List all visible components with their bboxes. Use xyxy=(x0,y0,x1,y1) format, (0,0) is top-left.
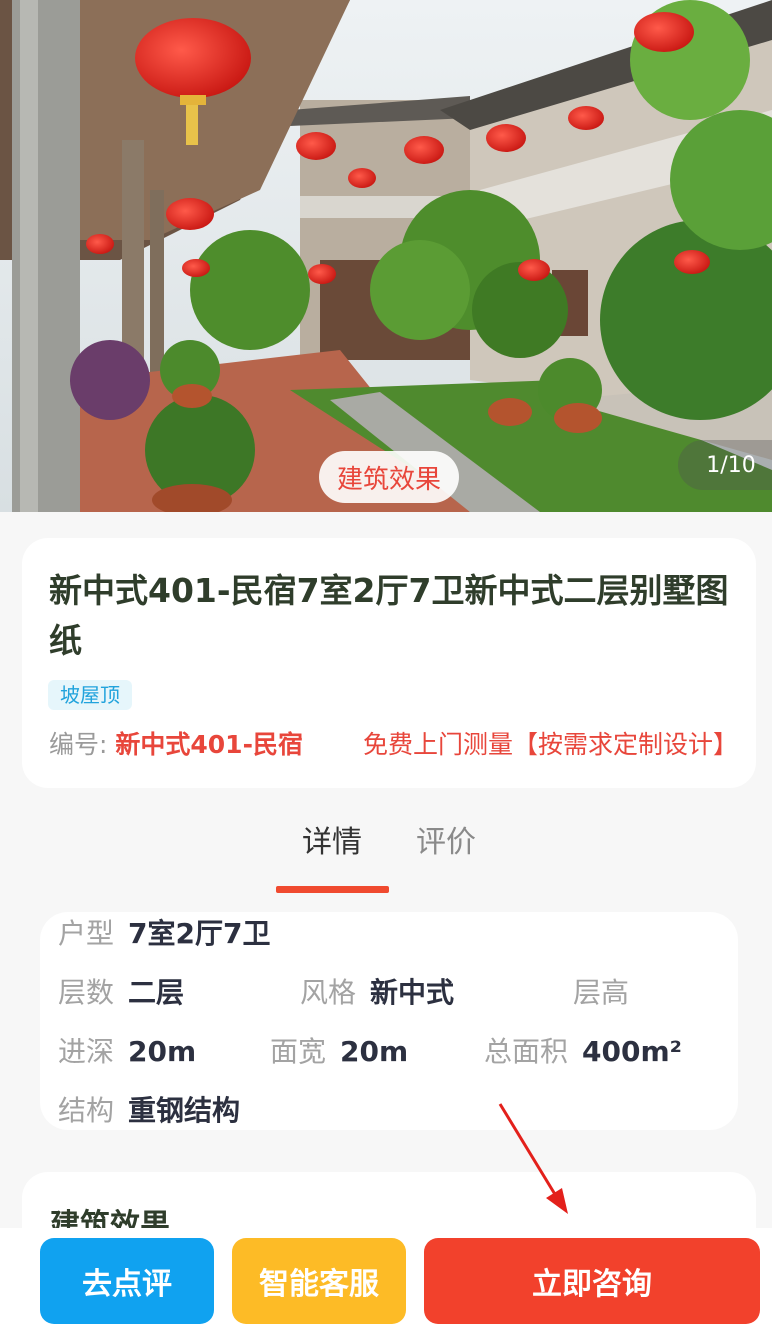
spec-floor-height: 层高 xyxy=(573,973,643,1013)
spec-card: 户型 7室2厅7卫 层数 二层 风格 新中式 层高 进深 20m 面宽 20m 总面积 40… xyxy=(40,912,738,1130)
active-tab-indicator xyxy=(276,886,389,893)
spec-layout: 户型 7室2厅7卫 xyxy=(58,914,270,954)
spec-value: 20m xyxy=(128,1035,197,1068)
spec-depth: 进深 20m xyxy=(58,1032,196,1072)
spec-label: 总面积 xyxy=(484,1035,569,1068)
spec-value: 20m xyxy=(340,1035,409,1068)
spec-value: 二层 xyxy=(128,976,185,1009)
promo-text[interactable]: 免费上门测量【按需求定制设计】 xyxy=(363,728,738,762)
smart-service-button[interactable]: 智能客服 xyxy=(232,1238,406,1324)
spec-label: 户型 xyxy=(58,917,115,950)
spec-value: 7室2厅7卫 xyxy=(128,917,271,950)
spec-value: 重钢结构 xyxy=(128,1094,241,1127)
spec-label: 面宽 xyxy=(270,1035,327,1068)
spec-label: 风格 xyxy=(300,976,357,1009)
product-info-card: 新中式401-民宿7室2厅7卫新中式二层别墅图纸 坡屋顶 编号: 新中式401-… xyxy=(22,538,756,788)
product-detail-page: 建筑效果 1/10 新中式401-民宿7室2厅7卫新中式二层别墅图纸 坡屋顶 编… xyxy=(0,0,772,1324)
spec-label: 层高 xyxy=(573,976,630,1009)
spec-width: 面宽 20m xyxy=(270,1032,408,1072)
tab-reviews[interactable]: 评价 xyxy=(416,822,476,864)
product-title: 新中式401-民宿7室2厅7卫新中式二层别墅图纸 xyxy=(49,571,729,660)
spec-label: 层数 xyxy=(58,976,115,1009)
spec-style: 风格 新中式 xyxy=(300,973,454,1013)
spec-structure: 结构 重钢结构 xyxy=(58,1091,240,1131)
product-code-value: 新中式401-民宿 xyxy=(115,730,303,759)
spec-value: 新中式 xyxy=(370,976,455,1009)
spec-total-area: 总面积 400m² xyxy=(484,1032,682,1072)
image-category-tag[interactable]: 建筑效果 xyxy=(319,451,459,503)
product-code-row: 编号: 新中式401-民宿 免费上门测量【按需求定制设计】 xyxy=(49,728,749,762)
roof-type-tag: 坡屋顶 xyxy=(48,680,132,710)
bottom-action-bar: 去点评 智能客服 立即咨询 xyxy=(0,1228,772,1324)
consult-now-button[interactable]: 立即咨询 xyxy=(424,1238,760,1324)
image-counter: 1/10 xyxy=(678,440,772,490)
courtyard-photo xyxy=(0,0,772,512)
review-button[interactable]: 去点评 xyxy=(40,1238,214,1324)
spec-value: 400m² xyxy=(582,1035,682,1068)
hero-image-carousel[interactable]: 建筑效果 1/10 xyxy=(0,0,772,512)
spec-label: 结构 xyxy=(58,1094,115,1127)
tab-details[interactable]: 详情 xyxy=(302,822,362,864)
spec-label: 进深 xyxy=(58,1035,115,1068)
spec-floors: 层数 二层 xyxy=(58,973,184,1013)
product-code-label: 编号: xyxy=(49,730,108,759)
